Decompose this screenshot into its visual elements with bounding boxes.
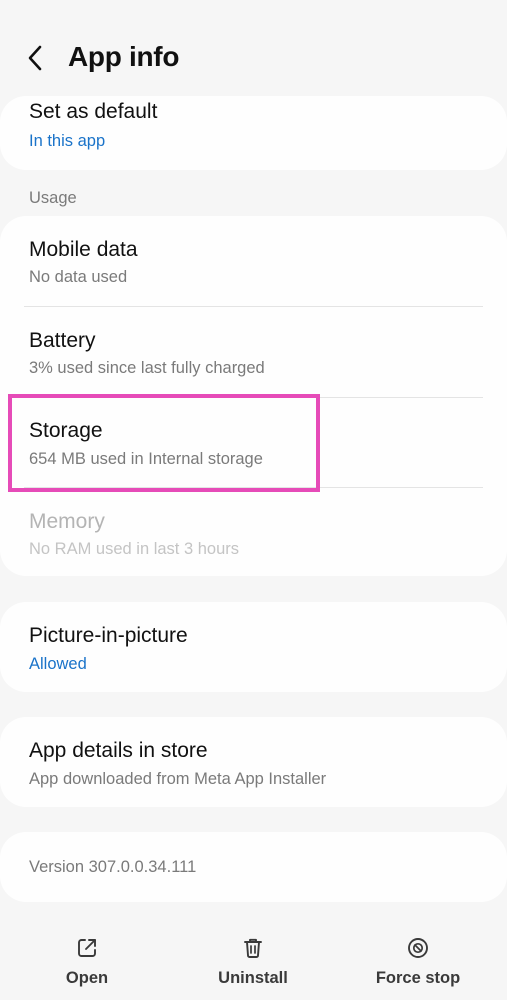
memory-item: Memory No RAM used in last 3 hours xyxy=(0,488,507,576)
set-as-default-title: Set as default xyxy=(29,100,158,123)
pip-subtitle: Allowed xyxy=(29,655,87,673)
set-as-default-item[interactable]: Set as default In this app xyxy=(0,96,507,170)
memory-subtitle: No RAM used in last 3 hours xyxy=(29,540,240,558)
usage-card: Mobile data No data used Battery 3% used… xyxy=(0,216,507,576)
app-details-in-store-item[interactable]: App details in store App downloaded from… xyxy=(0,717,507,807)
storage-subtitle: 654 MB used in Internal storage xyxy=(29,450,263,468)
back-button[interactable] xyxy=(22,40,54,76)
set-as-default-subtitle: In this app xyxy=(29,132,106,150)
open-button[interactable]: Open xyxy=(17,932,157,994)
force-stop-button[interactable]: Force stop xyxy=(348,932,488,994)
stop-circle-icon xyxy=(408,938,428,958)
uninstall-button[interactable]: Uninstall xyxy=(183,932,323,994)
pip-card: Picture-in-picture Allowed xyxy=(0,602,507,692)
store-subtitle: App downloaded from Meta App Installer xyxy=(29,770,327,788)
uninstall-label: Uninstall xyxy=(218,969,288,987)
battery-subtitle: 3% used since last fully charged xyxy=(29,359,265,377)
memory-title: Memory xyxy=(29,510,105,533)
force-stop-label: Force stop xyxy=(375,969,461,987)
mobile-data-subtitle: No data used xyxy=(29,268,128,286)
bottom-action-bar: Open Uninstall Force stop xyxy=(0,912,507,1000)
mobile-data-title: Mobile data xyxy=(29,238,138,261)
store-card: App details in store App downloaded from… xyxy=(0,717,507,807)
battery-item[interactable]: Battery 3% used since last fully charged xyxy=(0,307,507,397)
default-card: Set as default In this app xyxy=(0,96,507,170)
app-bar: App info xyxy=(0,0,507,96)
version-card: Version 307.0.0.34.111 xyxy=(0,832,507,902)
page-title: App info xyxy=(68,41,180,72)
battery-title: Battery xyxy=(29,329,96,352)
usage-section-label: Usage xyxy=(29,189,77,207)
storage-title: Storage xyxy=(29,419,103,442)
picture-in-picture-item[interactable]: Picture-in-picture Allowed xyxy=(0,602,507,692)
open-external-icon xyxy=(78,939,96,957)
chevron-left-icon xyxy=(28,45,42,71)
version-text: Version 307.0.0.34.111 xyxy=(29,858,197,876)
store-title: App details in store xyxy=(29,739,208,762)
trash-icon xyxy=(244,938,262,958)
pip-title: Picture-in-picture xyxy=(29,624,188,647)
open-label: Open xyxy=(65,969,109,987)
mobile-data-item[interactable]: Mobile data No data used xyxy=(0,216,507,306)
storage-item[interactable]: Storage 654 MB used in Internal storage xyxy=(0,398,507,488)
